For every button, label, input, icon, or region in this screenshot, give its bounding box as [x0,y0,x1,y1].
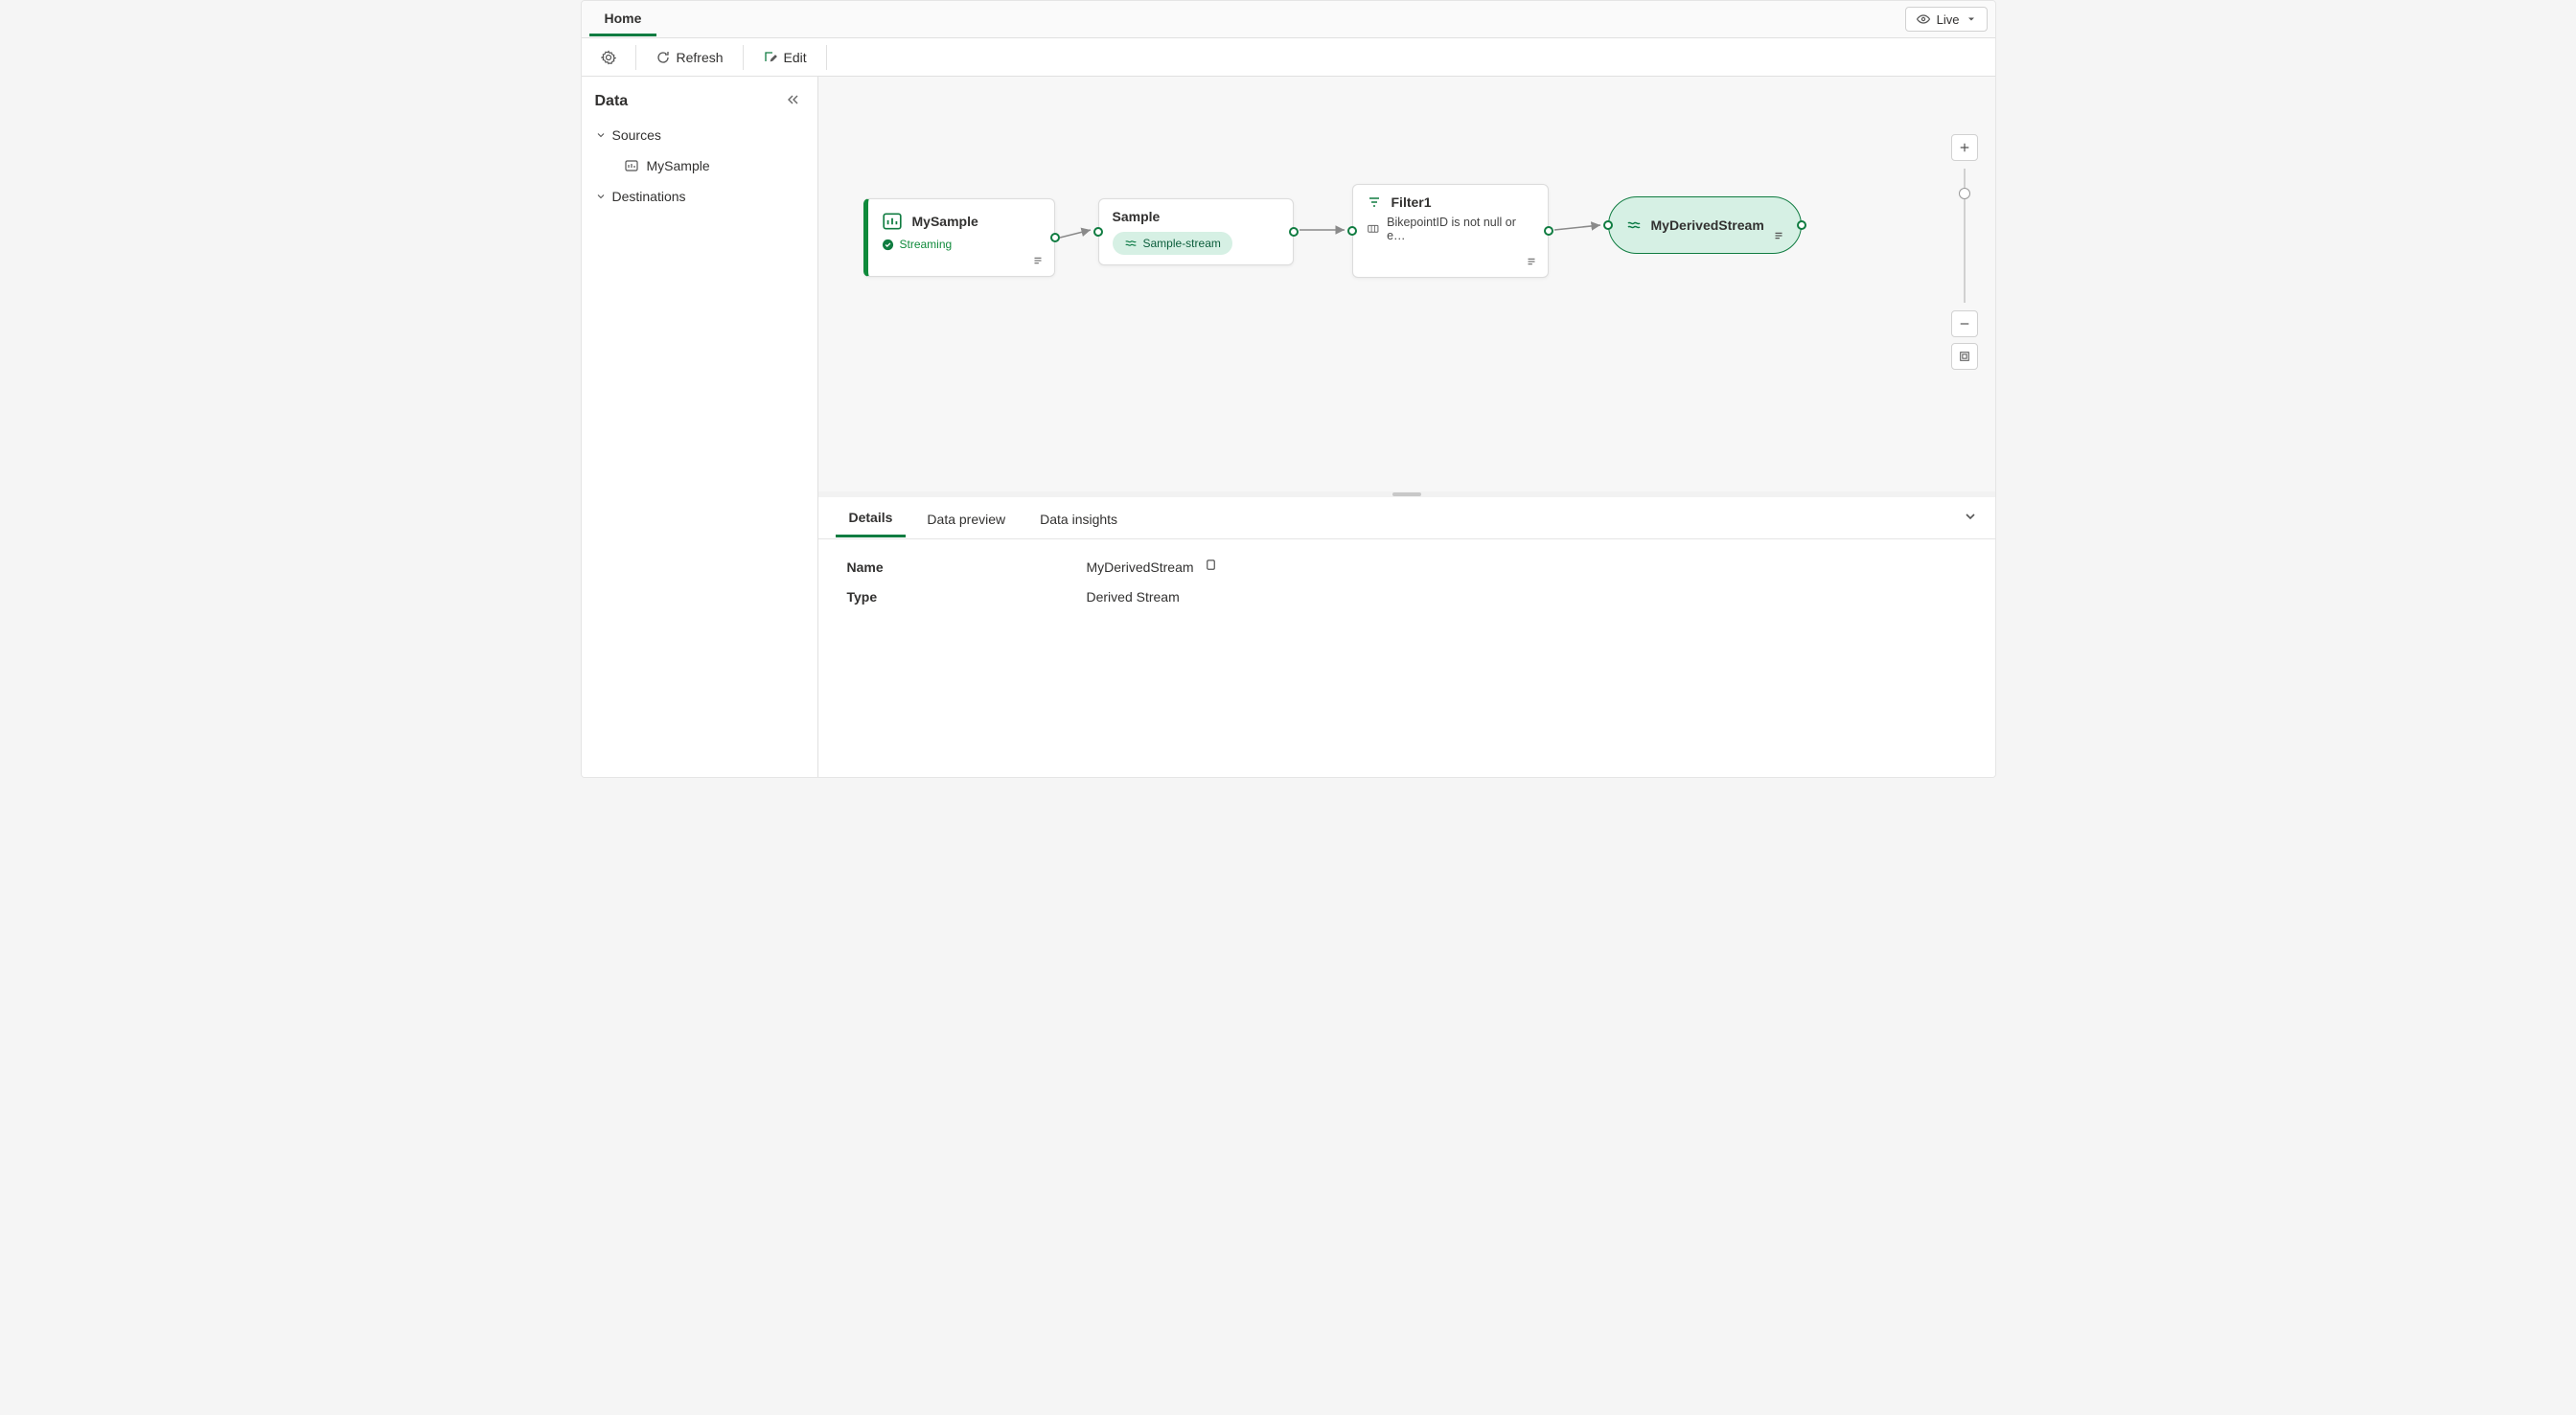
list-icon [1525,255,1538,268]
node-title: MyDerivedStream [1651,217,1764,233]
panel-body: Name MyDerivedStream Type Derived Stream [818,539,1995,637]
field-label-name: Name [847,559,1087,575]
gear-icon [601,50,616,65]
node-filter[interactable]: Filter1 BikepointID is not null or e… [1352,184,1549,278]
filter-expression: BikepointID is not null or e… [1387,216,1533,242]
tab-data-preview[interactable]: Data preview [913,500,1019,536]
zoom-slider-thumb[interactable] [1959,188,1970,199]
live-mode-button[interactable]: Live [1905,7,1988,32]
stream-icon [1124,237,1138,250]
node-title: Sample [1113,209,1161,224]
toolbar: Refresh Edit [582,38,1995,77]
output-port[interactable] [1544,226,1553,236]
fit-icon [1959,351,1970,362]
copy-icon [1204,559,1218,573]
tab-details[interactable]: Details [836,498,907,537]
settings-button[interactable] [591,44,626,71]
panel-tabs: Details Data preview Data insights [818,497,1995,539]
sources-label: Sources [612,127,661,143]
node-more-button[interactable] [1772,229,1785,245]
chevron-down-icon [1966,11,1977,27]
sidebar-title: Data [595,93,629,110]
collapse-panel-button[interactable] [1963,509,1978,527]
chevron-down-icon [595,189,607,204]
edit-button[interactable]: Edit [753,44,816,71]
node-title: Filter1 [1392,194,1432,210]
destinations-label: Destinations [612,189,686,204]
field-value-name: MyDerivedStream [1087,559,1194,575]
output-port[interactable] [1797,220,1806,230]
node-status: Streaming [900,238,953,251]
sidebar: Data Sources MySample Destinations [582,77,818,777]
refresh-icon [656,50,671,65]
stream-pill[interactable]: Sample-stream [1113,232,1232,255]
separator [635,45,636,70]
source-chart-icon [882,211,903,232]
input-port[interactable] [1603,220,1613,230]
ribbon-tabs: Home Live [582,1,1995,38]
sidebar-section-destinations[interactable]: Destinations [582,181,817,212]
source-icon [624,158,639,173]
zoom-out-button[interactable] [1951,310,1978,337]
app-window: Home Live Refresh Edit Data [581,0,1996,778]
main: MySample Streaming Sample [818,77,1995,777]
input-port[interactable] [1093,227,1103,237]
copy-name-button[interactable] [1204,559,1218,576]
separator [743,45,744,70]
flow-canvas[interactable]: MySample Streaming Sample [818,77,1995,491]
body: Data Sources MySample Destinations [582,77,1995,777]
zoom-slider-track[interactable] [1964,169,1966,303]
zoom-in-button[interactable] [1951,134,1978,161]
plus-icon [1959,142,1970,153]
check-circle-icon [882,239,894,251]
refresh-label: Refresh [677,50,724,65]
column-icon [1367,222,1380,236]
edit-label: Edit [784,50,807,65]
output-port[interactable] [1050,233,1060,242]
chevron-down-icon [595,127,607,143]
edit-icon [763,50,778,65]
pill-label: Sample-stream [1143,237,1221,250]
node-title: MySample [912,214,978,229]
tab-data-insights[interactable]: Data insights [1026,500,1131,536]
node-more-button[interactable] [1525,255,1538,271]
list-icon [1772,229,1785,242]
stream-icon [1626,217,1642,233]
node-source-mysample[interactable]: MySample Streaming [863,198,1055,277]
node-sample[interactable]: Sample Sample-stream [1098,198,1294,265]
sidebar-section-sources[interactable]: Sources [582,120,817,150]
list-icon [1031,254,1045,267]
field-value-type: Derived Stream [1087,589,1180,605]
collapse-sidebar-button[interactable] [785,92,800,110]
output-port[interactable] [1289,227,1299,237]
live-label: Live [1937,12,1960,27]
input-port[interactable] [1347,226,1357,236]
chevron-down-icon [1963,509,1978,524]
sidebar-item-mysample[interactable]: MySample [582,150,817,181]
sidebar-item-label: MySample [647,158,710,173]
filter-icon [1367,194,1382,210]
chevron-double-left-icon [785,92,800,107]
ribbon-tab-home[interactable]: Home [589,2,657,36]
zoom-fit-button[interactable] [1951,343,1978,370]
node-derived-stream[interactable]: MyDerivedStream [1608,196,1802,254]
separator [826,45,827,70]
node-more-button[interactable] [1031,254,1045,270]
grip-icon [1392,492,1421,496]
eye-icon [1916,11,1931,27]
zoom-controls [1951,134,1978,370]
refresh-button[interactable]: Refresh [646,44,733,71]
bottom-panel: Details Data preview Data insights Name … [818,497,1995,777]
field-label-type: Type [847,589,1087,605]
minus-icon [1959,318,1970,330]
